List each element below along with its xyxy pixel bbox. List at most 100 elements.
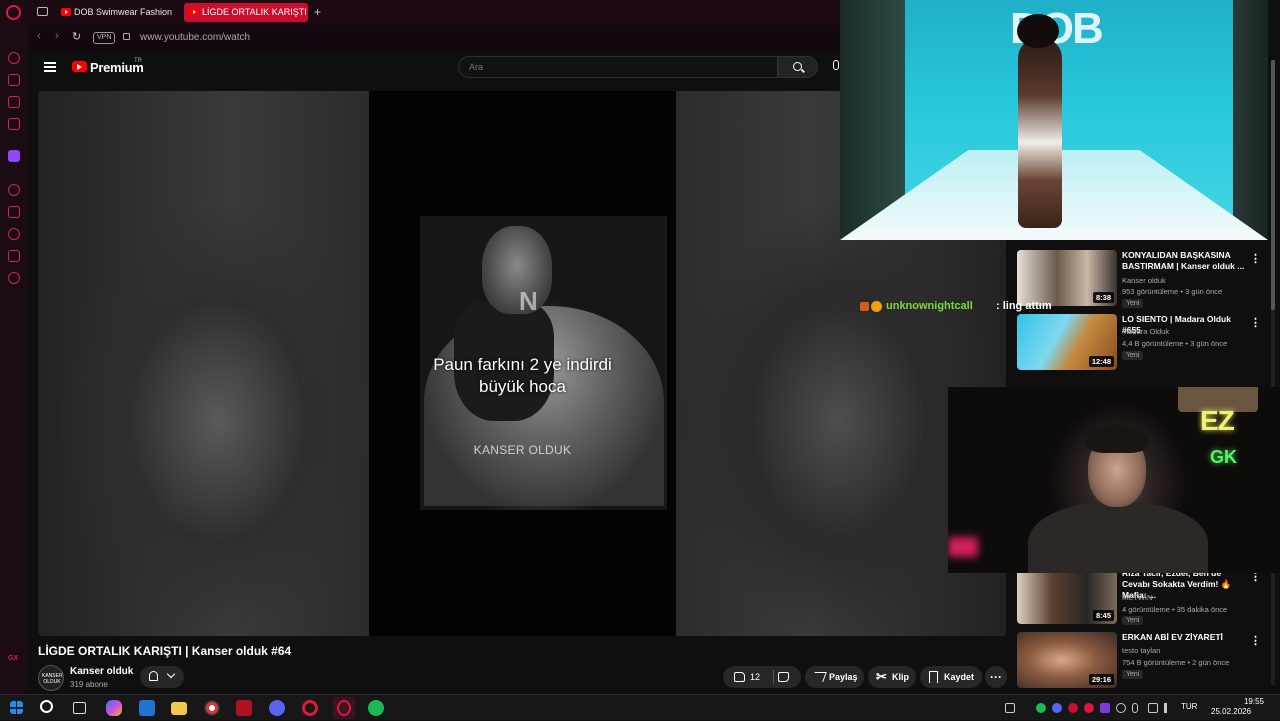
more-options-icon[interactable]: ⋮ <box>1250 252 1261 265</box>
news-icon[interactable] <box>8 96 20 108</box>
taskbar-search-icon[interactable] <box>40 700 53 713</box>
search-box[interactable] <box>458 56 778 78</box>
runway-model-hair <box>1017 14 1059 48</box>
clock-date[interactable]: 25.02.2026 <box>1211 707 1251 716</box>
speed-dial-icon[interactable] <box>8 52 20 64</box>
recommendation-meta: 4 görüntüleme • 35 dakika önce <box>1122 605 1228 614</box>
channel-avatar[interactable]: KANSER OLDUK <box>38 665 64 691</box>
headset-icon[interactable] <box>1116 703 1126 713</box>
share-button[interactable]: Paylaş <box>805 666 864 688</box>
recommendation-channel[interactable]: Madara Olduk <box>1122 327 1169 336</box>
new-badge: Yeni <box>1122 670 1144 679</box>
opera-tray-icon[interactable] <box>1084 703 1094 713</box>
spotify-tray-icon[interactable] <box>1036 703 1046 713</box>
copilot-icon[interactable] <box>106 700 122 716</box>
video-thumbnail[interactable]: 8:38 <box>1017 250 1117 306</box>
thumbs-up-icon[interactable] <box>734 672 745 682</box>
clock-time[interactable]: 19:55 <box>1228 697 1264 706</box>
new-badge: Yeni <box>1122 299 1144 308</box>
mail-icon[interactable] <box>139 700 155 716</box>
keyboard-icon[interactable] <box>1005 703 1015 713</box>
history-icon[interactable] <box>8 228 20 240</box>
url-field[interactable]: www.youtube.com/watch <box>140 32 250 43</box>
more-options-icon[interactable]: ⋮ <box>1250 316 1261 329</box>
bag-icon[interactable] <box>8 74 20 86</box>
spotify-icon[interactable] <box>368 700 384 716</box>
app-tray-icon[interactable] <box>1068 703 1078 713</box>
opera-gx-icon[interactable] <box>333 697 355 719</box>
discord-tray-icon[interactable] <box>1052 703 1062 713</box>
clip-button[interactable]: ✂ Klip <box>868 666 916 688</box>
sidebar-scrollbar[interactable] <box>1271 60 1275 685</box>
bell-icon <box>149 671 158 681</box>
tab-ligde-ortalik[interactable]: LİGDE ORTALIK KARIŞTI | <box>184 3 308 22</box>
hamburger-menu-icon[interactable] <box>44 62 56 72</box>
more-actions-button[interactable]: ··· <box>985 666 1007 688</box>
messenger-icon[interactable] <box>8 118 20 130</box>
back-icon[interactable]: ‹ <box>37 30 41 42</box>
reload-icon[interactable]: ↻ <box>72 30 81 43</box>
settings-gear-icon[interactable] <box>8 272 20 284</box>
runway-model <box>1018 38 1062 228</box>
recommendation-title[interactable]: ERKAN ABİ EV ZİYARETİ <box>1122 632 1250 643</box>
lock-icon[interactable] <box>123 33 130 40</box>
recommendation-title[interactable]: KONYALIDAN BAŞKASINA BASTIRMAM | Kanser … <box>1122 250 1250 272</box>
more-options-icon[interactable]: ⋮ <box>1250 634 1261 647</box>
webcam-light <box>948 537 978 557</box>
twitch-icon[interactable] <box>8 150 20 162</box>
scrollbar-thumb[interactable] <box>1271 60 1275 310</box>
recommendation-item[interactable]: 29:16 ERKAN ABİ EV ZİYARETİ testo taylan… <box>1017 632 1275 692</box>
save-button[interactable]: Kaydet <box>920 666 982 688</box>
opera-icon[interactable] <box>302 700 318 716</box>
address-bar: ‹ › ↻ VPN www.youtube.com/watch <box>28 25 840 51</box>
video-title: LİGDE ORTALIK KARIŞTI | Kanser olduk #64 <box>38 644 292 658</box>
webcam-person-hair <box>1086 425 1148 453</box>
vpn-badge[interactable]: VPN <box>93 32 116 44</box>
video-thumbnail[interactable]: 8:45 <box>1017 568 1117 624</box>
volume-icon[interactable] <box>1164 703 1174 713</box>
opera-logo-icon[interactable] <box>6 5 21 20</box>
microphone-icon[interactable] <box>833 60 839 70</box>
video-thumbnail[interactable]: 12:48 <box>1017 314 1117 370</box>
youtube-logo-icon[interactable] <box>72 61 87 72</box>
like-dislike-button[interactable]: 12 <box>723 666 801 688</box>
file-explorer-icon[interactable] <box>171 702 187 715</box>
app-tray-icon-2[interactable] <box>1100 703 1110 713</box>
bookmark-icon <box>929 671 938 683</box>
recommendation-item[interactable]: 8:38 KONYALIDAN BAŞKASINA BASTIRMAM | Ka… <box>1017 250 1275 310</box>
network-icon[interactable] <box>1148 703 1158 713</box>
gx-icon[interactable]: GX <box>8 655 20 667</box>
language-indicator[interactable]: TUR <box>1181 702 1197 711</box>
neon-sign-top: EZ <box>1200 405 1235 436</box>
recommendation-meta: 953 görüntüleme • 3 gün önce <box>1122 287 1223 296</box>
workspaces-icon[interactable] <box>37 7 48 16</box>
video-frame-area: N Paun farkını 2 ye indirdi büyük hoca K… <box>369 91 676 636</box>
tab-bar: DOB Swimwear Fashion Sh LİGDE ORTALIK KA… <box>28 0 840 25</box>
microphone-tray-icon[interactable] <box>1132 703 1138 713</box>
chat-badge-icon <box>860 302 869 311</box>
extensions-icon[interactable] <box>8 250 20 262</box>
notification-bell-button[interactable] <box>140 666 184 688</box>
windows-start-icon[interactable] <box>10 701 23 714</box>
pinboard-icon[interactable] <box>8 206 20 218</box>
video-corner-letter: N <box>519 286 538 316</box>
forward-icon[interactable]: › <box>55 30 59 42</box>
recommendation-item[interactable]: 12:48 LO SIENTO | Madara Olduk #655 Mada… <box>1017 314 1275 374</box>
discord-icon[interactable] <box>269 700 285 716</box>
app-icon[interactable] <box>236 700 252 716</box>
recommendation-channel[interactable]: testo taylan <box>1122 646 1160 655</box>
recommendation-channel[interactable]: Kanser olduk <box>1122 276 1166 285</box>
tab-label: DOB Swimwear Fashion Sh <box>74 7 174 17</box>
new-tab-button[interactable]: + <box>314 3 321 22</box>
player-icon[interactable] <box>8 184 20 196</box>
channel-name[interactable]: Kanser olduk <box>70 666 133 677</box>
recommendation-item[interactable]: 8:45 Rıza Tacir, Ezdel, Ben de Cevabı So… <box>1017 568 1275 628</box>
search-button[interactable] <box>778 56 818 78</box>
thumbs-down-icon[interactable] <box>778 672 789 682</box>
task-view-icon[interactable] <box>73 702 86 714</box>
recommendation-channel[interactable]: METWİN <box>1122 593 1152 602</box>
video-thumbnail[interactable]: 29:16 <box>1017 632 1117 688</box>
browser-icon[interactable] <box>204 700 220 716</box>
search-input[interactable] <box>469 57 769 77</box>
tab-dob-swimwear[interactable]: DOB Swimwear Fashion Sh <box>56 3 174 22</box>
